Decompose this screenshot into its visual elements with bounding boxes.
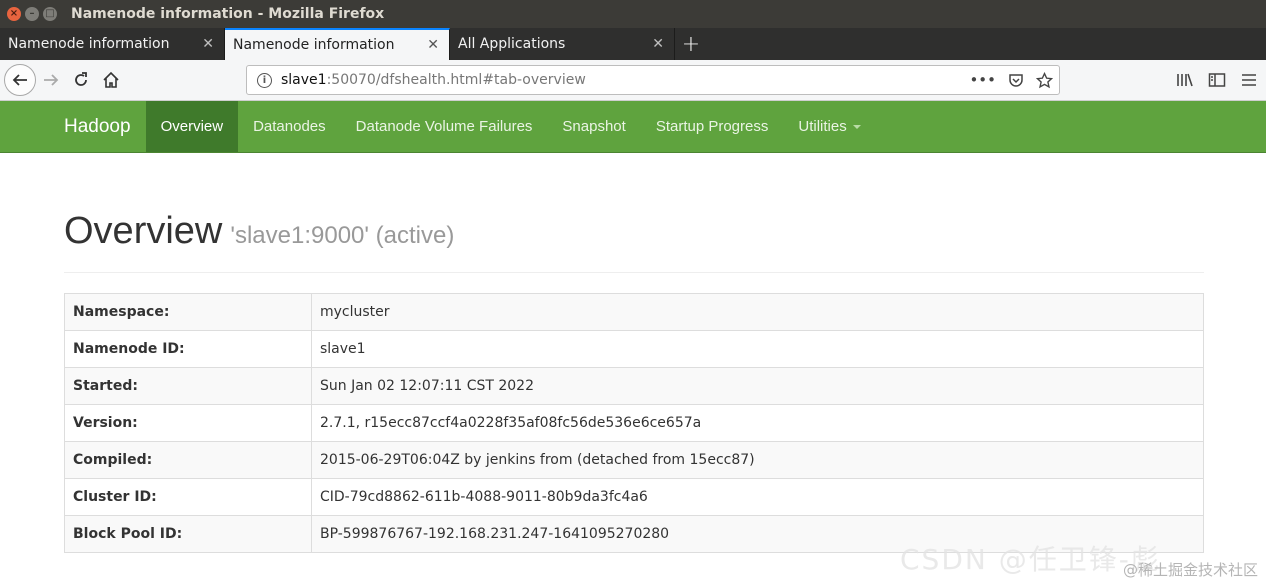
hadoop-navbar: Hadoop Overview Datanodes Datanode Volum… <box>0 101 1266 153</box>
table-row: Compiled: 2015-06-29T06:04Z by jenkins f… <box>64 441 1204 479</box>
pocket-icon[interactable] <box>1008 72 1024 88</box>
watermark: @稀土掘金技术社区 <box>1122 561 1258 579</box>
window-minimize-button[interactable]: – <box>25 7 39 21</box>
nav-overview[interactable]: Overview <box>145 101 239 152</box>
row-key: Block Pool ID: <box>64 515 312 553</box>
browser-tab-active[interactable]: Namenode information ✕ <box>225 28 450 60</box>
row-key: Cluster ID: <box>64 478 312 516</box>
back-arrow-icon <box>12 74 27 86</box>
watermark-ghost: CSDN @任卫锋-彪 <box>900 543 1161 576</box>
tab-close-icon[interactable]: ✕ <box>202 36 214 52</box>
page-title: Overview <box>64 210 223 252</box>
site-info-icon[interactable]: i <box>257 72 272 88</box>
window-controls: × – □ <box>7 7 57 21</box>
reload-icon <box>75 72 87 86</box>
caret-down-icon <box>852 124 861 129</box>
home-icon <box>103 71 119 88</box>
table-row: Started: Sun Jan 02 12:07:11 CST 2022 <box>64 367 1204 405</box>
row-key: Namespace: <box>64 293 312 331</box>
row-value: slave1 <box>311 330 1204 368</box>
row-key: Compiled: <box>64 441 312 479</box>
browser-tab[interactable]: Namenode information ✕ <box>0 28 225 60</box>
table-row: Version: 2.7.1, r15ecc87ccf4a0228f35af08… <box>64 404 1204 442</box>
window-title: Namenode information - Mozilla Firefox <box>71 6 385 22</box>
home-button[interactable] <box>96 65 126 95</box>
browser-toolbar: i slave1:50070/dfshealth.html#tab-overvi… <box>0 60 1266 101</box>
forward-arrow-icon <box>44 74 59 86</box>
table-row: Namenode ID: slave1 <box>64 330 1204 368</box>
row-key: Namenode ID: <box>64 330 312 368</box>
row-value: mycluster <box>311 293 1204 331</box>
tab-label: Namenode information <box>8 36 170 52</box>
brand-link[interactable]: Hadoop <box>64 101 146 152</box>
page-actions-icon[interactable]: ••• <box>969 71 996 89</box>
nav-datanodes[interactable]: Datanodes <box>238 101 341 152</box>
tab-close-icon[interactable]: ✕ <box>427 37 439 53</box>
address-bar[interactable]: i slave1:50070/dfshealth.html#tab-overvi… <box>246 65 1060 95</box>
table-row: Namespace: mycluster <box>64 293 1204 331</box>
row-value: Sun Jan 02 12:07:11 CST 2022 <box>311 367 1204 405</box>
browser-tab[interactable]: All Applications ✕ <box>450 28 675 60</box>
nav-utilities-label: Utilities <box>798 118 847 135</box>
library-icon[interactable] <box>1176 72 1194 88</box>
row-value: 2015-06-29T06:04Z by jenkins from (detac… <box>311 441 1204 479</box>
page-subtitle: 'slave1:9000' (active) <box>230 222 455 249</box>
nav-startup-progress[interactable]: Startup Progress <box>641 101 784 152</box>
row-key: Started: <box>64 367 312 405</box>
back-button[interactable] <box>4 64 36 96</box>
sidebar-icon[interactable] <box>1208 72 1226 88</box>
nav-snapshot[interactable]: Snapshot <box>547 101 640 152</box>
tab-label: All Applications <box>458 36 566 52</box>
reload-button[interactable] <box>66 65 96 95</box>
menu-icon[interactable] <box>1240 72 1258 88</box>
window-maximize-button[interactable]: □ <box>43 7 57 21</box>
nav-utilities-dropdown[interactable]: Utilities <box>783 101 875 152</box>
new-tab-button[interactable]: + <box>675 28 707 60</box>
window-close-button[interactable]: × <box>7 7 21 21</box>
row-value: CID-79cd8862-611b-4088-9011-80b9da3fc4a6 <box>311 478 1204 516</box>
page-header: Overview 'slave1:9000' (active) <box>64 210 1204 273</box>
forward-button[interactable] <box>36 65 66 95</box>
nav-datanode-volume-failures[interactable]: Datanode Volume Failures <box>341 101 548 152</box>
row-value: 2.7.1, r15ecc87ccf4a0228f35af08fc56de536… <box>311 404 1204 442</box>
tab-label: Namenode information <box>233 37 395 53</box>
overview-table: Namespace: mycluster Namenode ID: slave1… <box>64 293 1204 553</box>
tab-close-icon[interactable]: ✕ <box>652 36 664 52</box>
bookmark-star-icon[interactable] <box>1036 71 1053 89</box>
window-titlebar: × – □ Namenode information - Mozilla Fir… <box>0 0 1266 28</box>
row-key: Version: <box>64 404 312 442</box>
plus-icon: + <box>681 31 701 57</box>
tab-strip: Namenode information ✕ Namenode informat… <box>0 28 1266 60</box>
url-text[interactable]: slave1:50070/dfshealth.html#tab-overview <box>281 72 586 88</box>
table-row: Cluster ID: CID-79cd8862-611b-4088-9011-… <box>64 478 1204 516</box>
